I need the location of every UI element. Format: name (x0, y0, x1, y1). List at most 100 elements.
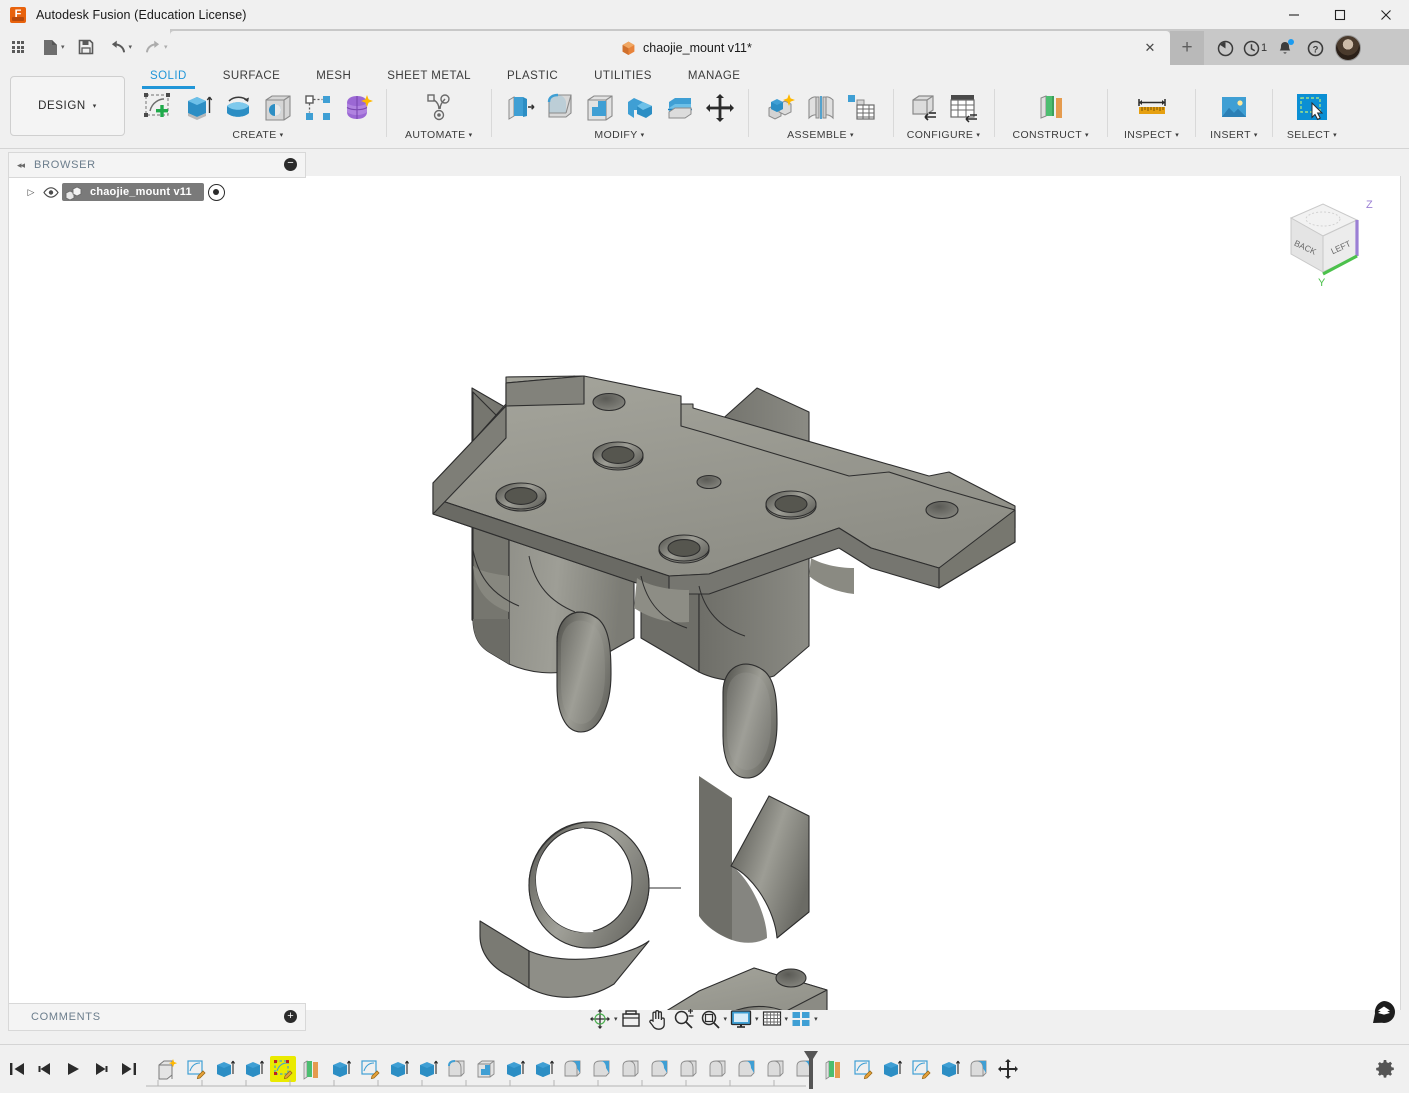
grid-snaps[interactable] (759, 1004, 785, 1034)
timeline-item-sketch[interactable] (908, 1056, 934, 1082)
timeline-item-extrude[interactable] (879, 1056, 905, 1082)
orbit-caret[interactable]: ▾ (614, 1015, 618, 1023)
tab-mesh[interactable]: MESH (298, 65, 369, 87)
browser-minimize-button[interactable]: − (284, 158, 297, 171)
comments-panel-header[interactable]: COMMENTS + (8, 1003, 306, 1031)
timeline-play[interactable] (62, 1054, 84, 1084)
add-comment-button[interactable]: + (284, 1010, 297, 1023)
browser-tree: ▷ chaojie_mount v11 (8, 182, 304, 202)
move-copy-icon[interactable] (700, 87, 740, 129)
user-avatar[interactable] (1335, 35, 1361, 61)
viewport-3d-scene[interactable] (9, 176, 1402, 1010)
viewports[interactable] (788, 1004, 814, 1034)
component-activate-radio[interactable] (207, 183, 225, 201)
ribbon-group-insert-label[interactable]: INSERT ▾ (1210, 129, 1258, 141)
pan-tool[interactable] (644, 1004, 670, 1034)
browser-collapse-icon[interactable]: ◂◂ (17, 160, 25, 171)
tab-mesh-label: MESH (316, 70, 352, 82)
timeline-item-extrude[interactable] (937, 1056, 963, 1082)
undo-button[interactable] (104, 34, 132, 60)
document-tab-close[interactable]: ✕ (1142, 40, 1158, 56)
redo-caret[interactable]: ▾ (164, 43, 168, 51)
split-face-icon[interactable] (660, 87, 700, 129)
ribbon-group-create-label[interactable]: CREATE ▾ (232, 129, 283, 141)
eye-icon[interactable] (40, 186, 62, 198)
combine-icon[interactable] (620, 87, 660, 129)
document-tab[interactable]: chaojie_mount v11* ✕ (170, 31, 1170, 65)
maximize-button[interactable] (1317, 0, 1363, 29)
fit-tool[interactable] (697, 1004, 724, 1034)
measure-ruler-icon[interactable] (1132, 87, 1172, 129)
job-status-icon[interactable]: 1 (1240, 31, 1270, 65)
tab-surface[interactable]: SURFACE (205, 65, 298, 87)
app-grid-button[interactable] (4, 34, 32, 60)
orbit-tool[interactable] (586, 1004, 614, 1034)
timeline-step-back[interactable] (34, 1054, 56, 1084)
automate-generative-icon[interactable] (419, 87, 459, 129)
ribbon-group-construct-label[interactable]: CONSTRUCT ▾ (1013, 129, 1089, 141)
viewports-caret[interactable]: ▾ (814, 1015, 818, 1023)
form-icon[interactable] (338, 87, 378, 129)
minimize-button[interactable] (1271, 0, 1317, 29)
display-settings[interactable] (727, 1004, 755, 1034)
new-file-caret[interactable]: ▾ (61, 43, 65, 51)
timeline-settings-gear-icon[interactable] (1375, 1059, 1395, 1079)
revolve-icon[interactable] (218, 87, 258, 129)
timeline-step-forward[interactable] (90, 1054, 112, 1084)
timeline-marker[interactable] (804, 1051, 818, 1089)
group-divider (993, 89, 995, 137)
create-sketch-icon[interactable] (138, 87, 178, 129)
offset-plane-icon[interactable] (1031, 87, 1071, 129)
notifications-bell-icon[interactable] (1270, 31, 1300, 65)
close-button[interactable] (1363, 0, 1409, 29)
workspace-switcher[interactable]: DESIGN ▾ (10, 76, 125, 136)
viewport-canvas[interactable]: BACK LEFT Z Y (8, 176, 1401, 1010)
expand-arrow-icon[interactable]: ▷ (22, 187, 40, 198)
zoom-tool[interactable] (670, 1004, 697, 1034)
tab-sheet-metal[interactable]: SHEET METAL (369, 65, 489, 87)
timeline-end[interactable] (118, 1054, 140, 1084)
save-button[interactable] (72, 34, 100, 60)
ribbon-group-modify-label[interactable]: MODIFY ▾ (594, 129, 644, 141)
ribbon-group-inspect-label[interactable]: INSPECT ▾ (1124, 129, 1179, 141)
new-document-tab-button[interactable]: + (1170, 31, 1204, 65)
timeline-item-fillet[interactable] (966, 1056, 992, 1082)
configuration-table-icon[interactable] (944, 87, 984, 129)
tab-solid[interactable]: SOLID (132, 65, 205, 89)
help-icon[interactable]: ? (1300, 31, 1330, 65)
new-file-button[interactable] (36, 34, 64, 60)
look-at-tool[interactable] (618, 1004, 644, 1034)
hole-icon[interactable] (258, 87, 298, 129)
view-cube[interactable]: BACK LEFT Z Y (1273, 190, 1378, 290)
undo-caret[interactable]: ▾ (129, 43, 133, 51)
ribbon-group-select-label[interactable]: SELECT ▾ (1287, 129, 1337, 141)
fillet-icon[interactable] (540, 87, 580, 129)
extensions-icon[interactable] (1210, 31, 1240, 65)
configure-model-icon[interactable] (904, 87, 944, 129)
select-window-icon[interactable] (1292, 87, 1332, 129)
shell-icon[interactable] (580, 87, 620, 129)
timeline-item-sketch[interactable] (850, 1056, 876, 1082)
browser-node[interactable]: chaojie_mount v11 (62, 183, 204, 201)
ribbon-group-automate-label[interactable]: AUTOMATE ▾ (405, 129, 473, 141)
fusion-doc-icon (622, 41, 635, 55)
timeline-begin[interactable] (6, 1054, 28, 1084)
redo-button[interactable] (139, 34, 167, 60)
timeline-item-plane[interactable] (821, 1056, 847, 1082)
timeline-item-move-copy[interactable] (995, 1056, 1021, 1082)
insert-image-icon[interactable] (1214, 87, 1254, 129)
joint-icon[interactable] (801, 87, 841, 129)
extrude-icon[interactable] (178, 87, 218, 129)
group-divider (1106, 89, 1108, 137)
tab-plastic[interactable]: PLASTIC (489, 65, 576, 87)
bom-icon[interactable] (841, 87, 881, 129)
education-license-stamp-icon[interactable] (1373, 1001, 1395, 1023)
new-component-icon[interactable] (761, 87, 801, 129)
ribbon-group-assemble-label[interactable]: ASSEMBLE ▾ (787, 129, 854, 141)
tab-utilities[interactable]: UTILITIES (576, 65, 670, 87)
tab-manage[interactable]: MANAGE (670, 65, 759, 87)
press-pull-icon[interactable] (500, 87, 540, 129)
ribbon-group-configure-label[interactable]: CONFIGURE ▾ (907, 129, 981, 141)
browser-tree-row[interactable]: ▷ chaojie_mount v11 (8, 182, 304, 202)
pattern-icon[interactable] (298, 87, 338, 129)
